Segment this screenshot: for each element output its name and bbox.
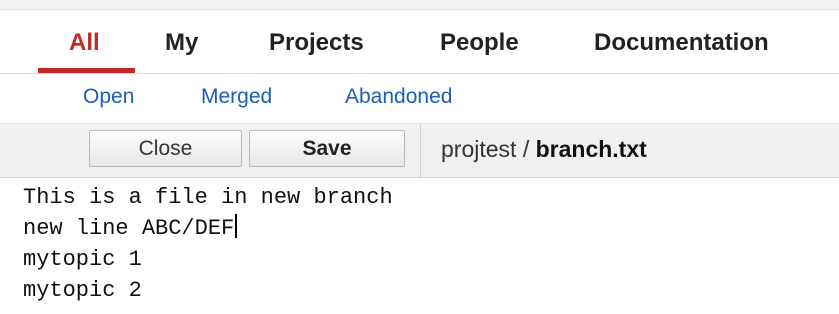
- sub-nav: Open Merged Abandoned: [0, 74, 839, 122]
- tab-documentation[interactable]: Documentation: [594, 10, 769, 74]
- code-editor[interactable]: This is a file in new branch new line AB…: [0, 178, 839, 314]
- text-cursor: [235, 214, 238, 238]
- code-line-4: mytopic 2: [23, 278, 142, 303]
- breadcrumb-project[interactable]: projtest: [441, 136, 516, 162]
- main-nav: All My Projects People Documentation: [0, 10, 839, 74]
- link-merged[interactable]: Merged: [201, 74, 272, 120]
- editor-toolbar: Close Save projtest / branch.txt: [0, 123, 839, 178]
- toolbar-divider: [420, 124, 421, 178]
- tab-all[interactable]: All: [69, 10, 100, 74]
- tab-people[interactable]: People: [440, 10, 519, 74]
- app-frame: All My Projects People Documentation Ope…: [0, 0, 839, 314]
- file-breadcrumb: projtest / branch.txt: [441, 124, 647, 178]
- code-line-1: This is a file in new branch: [23, 185, 393, 210]
- code-line-2: new line ABC/DEF: [23, 213, 839, 244]
- breadcrumb-file: branch.txt: [535, 136, 647, 162]
- close-button[interactable]: Close: [89, 130, 242, 167]
- code-line-2-text: new line ABC/DEF: [23, 216, 235, 241]
- window-top-edge: [0, 0, 839, 10]
- link-open[interactable]: Open: [83, 74, 134, 120]
- save-button[interactable]: Save: [249, 130, 405, 167]
- tab-my[interactable]: My: [165, 10, 198, 74]
- breadcrumb-separator: /: [516, 136, 536, 162]
- link-abandoned[interactable]: Abandoned: [345, 74, 452, 120]
- code-line-3: mytopic 1: [23, 247, 142, 272]
- tab-projects[interactable]: Projects: [269, 10, 364, 74]
